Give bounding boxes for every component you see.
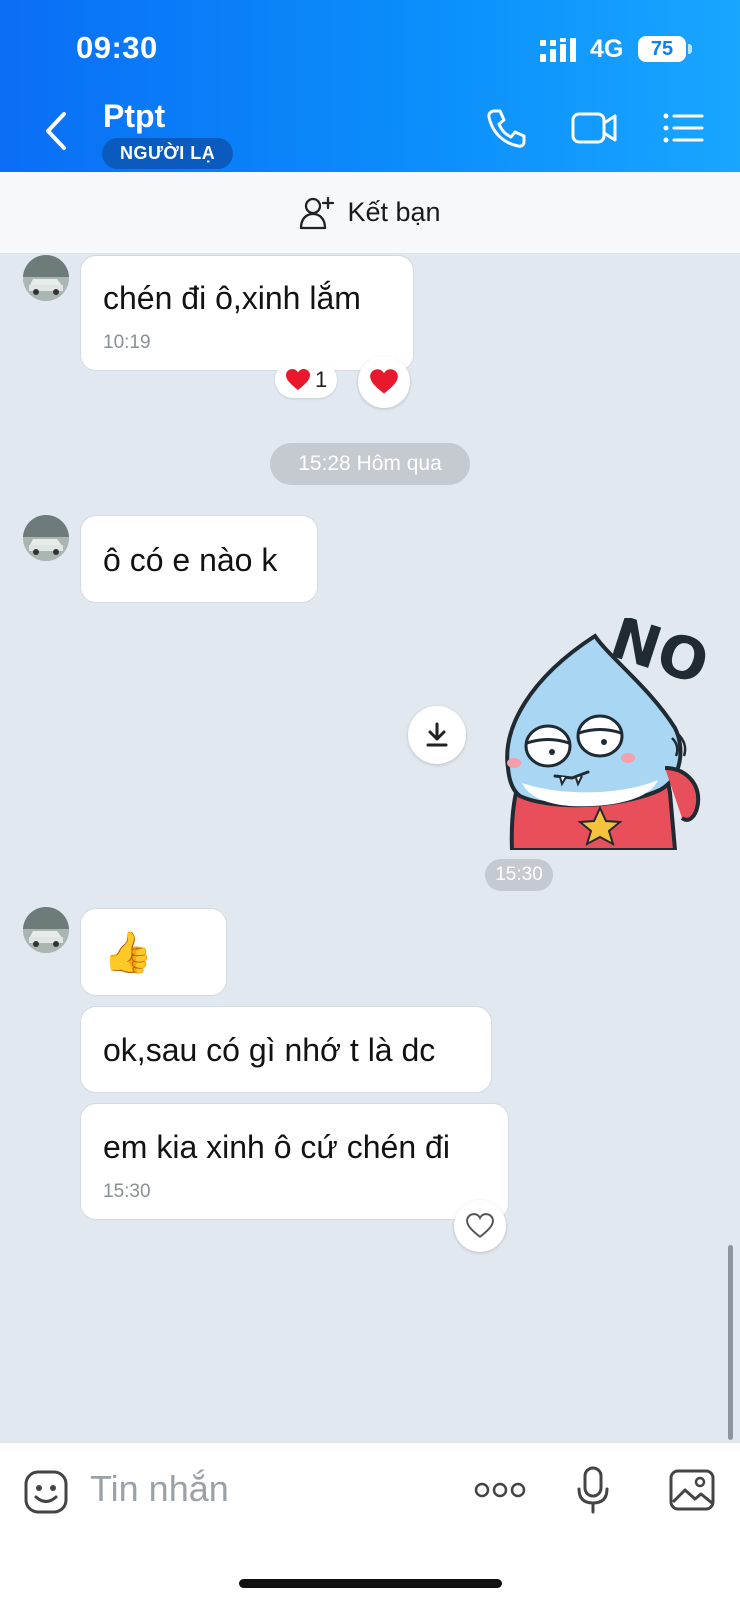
download-button[interactable] — [408, 706, 466, 764]
battery-indicator: 75 — [638, 36, 686, 62]
video-call-icon[interactable] — [570, 106, 618, 150]
heart-icon — [286, 369, 310, 390]
shark-sticker[interactable]: NO — [500, 618, 720, 850]
avatar[interactable] — [23, 907, 69, 953]
microphone-icon[interactable] — [575, 1465, 611, 1515]
date-divider: 15:28 Hôm qua — [270, 443, 470, 485]
message-text: chén đi ô,xinh lắm — [103, 280, 361, 316]
react-button[interactable] — [454, 1200, 506, 1252]
car-avatar-icon — [23, 515, 69, 561]
scrollbar[interactable] — [728, 1245, 733, 1440]
reaction-summary[interactable]: 1 — [275, 362, 338, 398]
more-icon[interactable] — [473, 1481, 527, 1499]
sticker-time: 15:30 — [485, 859, 553, 891]
home-indicator[interactable] — [239, 1579, 502, 1588]
download-icon — [426, 722, 448, 747]
menu-icon[interactable] — [662, 106, 704, 150]
car-avatar-icon — [23, 255, 69, 301]
add-friend-label: Kết bạn — [347, 197, 441, 227]
heart-outline-icon — [466, 1213, 494, 1238]
message-text: ok,sau có gì nhớ t là dc — [103, 1032, 436, 1068]
phone-icon[interactable] — [484, 106, 528, 150]
message-text: ô có e nào k — [103, 542, 278, 578]
heart-icon — [370, 369, 398, 394]
add-friend-bar[interactable]: Kết bạn — [0, 172, 740, 254]
message-composer: Tin nhắn — [0, 1442, 740, 1600]
message-time: 15:30 — [103, 1181, 151, 1202]
battery-cap — [688, 44, 692, 54]
message-bubble[interactable]: chén đi ô,xinh lắm 10:19 — [80, 255, 414, 371]
status-time: 09:30 — [76, 30, 158, 65]
message-bubble[interactable]: ok,sau có gì nhớ t là dc — [80, 1006, 492, 1093]
react-button[interactable] — [358, 356, 410, 408]
contact-name[interactable]: Ptpt — [103, 98, 165, 135]
message-bubble[interactable]: em kia xinh ô cứ chén đi 15:30 — [80, 1103, 509, 1220]
network-label: 4G — [590, 35, 624, 63]
message-input[interactable]: Tin nhắn — [90, 1468, 229, 1510]
message-text: em kia xinh ô cứ chén đi — [103, 1129, 450, 1165]
message-bubble[interactable]: 👍 — [80, 908, 227, 996]
signal-icon — [540, 38, 576, 62]
emoji-icon[interactable] — [23, 1469, 69, 1515]
message-time: 10:19 — [103, 332, 151, 353]
add-friend-icon — [300, 196, 335, 229]
avatar[interactable] — [23, 515, 69, 561]
thumbs-up-emoji: 👍 — [103, 931, 153, 975]
stranger-badge: NGƯỜI LẠ — [102, 138, 234, 169]
back-icon[interactable] — [38, 108, 74, 154]
car-avatar-icon — [23, 907, 69, 953]
chat-header: 09:30 4G 75 Ptpt NGƯỜI LẠ — [0, 0, 740, 172]
avatar[interactable] — [23, 255, 69, 301]
image-icon[interactable] — [668, 1468, 716, 1512]
message-bubble[interactable]: ô có e nào k — [80, 515, 318, 603]
reaction-count: 1 — [315, 367, 328, 392]
